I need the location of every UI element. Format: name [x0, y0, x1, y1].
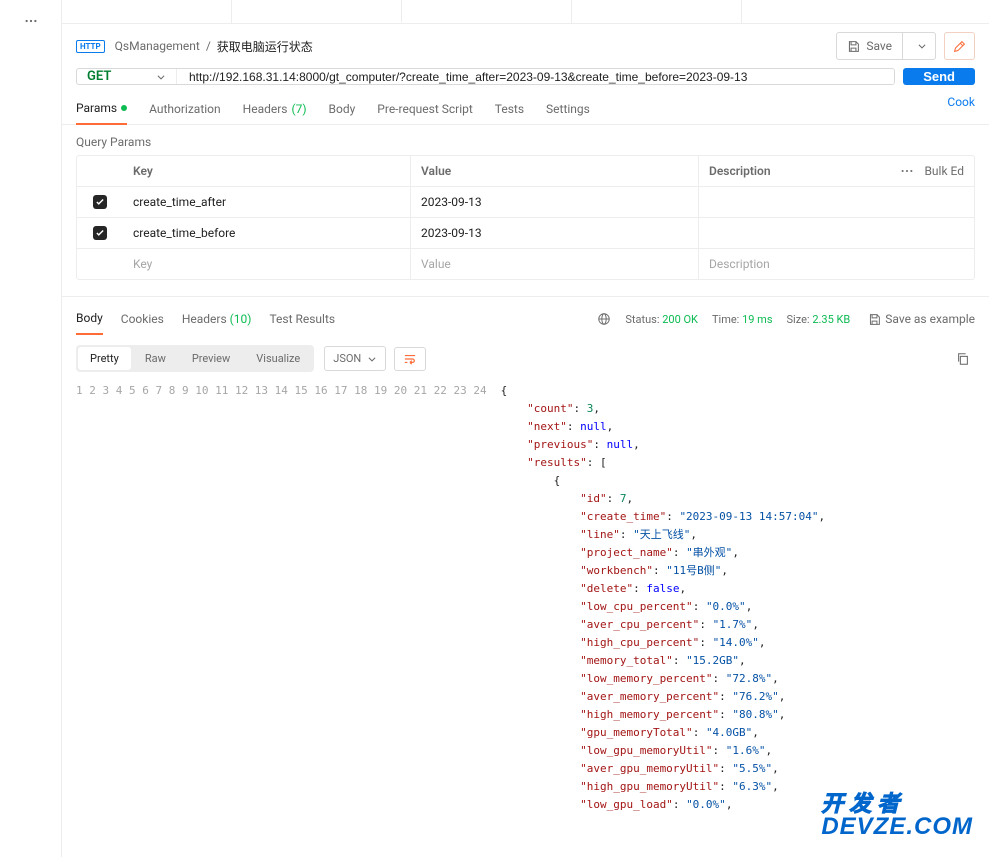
save-dropdown[interactable] — [909, 35, 935, 57]
tab-authorization[interactable]: Authorization — [149, 95, 221, 124]
url-row: GET Send — [62, 68, 989, 95]
tab-prerequest[interactable]: Pre-request Script — [377, 95, 472, 124]
col-description: Description Bulk Ed — [699, 156, 974, 186]
globe-icon[interactable] — [597, 312, 611, 326]
tab-body[interactable]: Body — [329, 95, 356, 124]
response-status: Status: 200 OK Time: 19 ms Size: 2.35 KB — [597, 312, 850, 334]
view-preview[interactable]: Preview — [180, 347, 242, 370]
query-params-label: Query Params — [62, 125, 989, 155]
tab-headers[interactable]: Headers (7) — [243, 95, 307, 124]
view-visualize[interactable]: Visualize — [244, 347, 312, 370]
resp-tab-body[interactable]: Body — [76, 311, 103, 335]
send-button[interactable]: Send — [903, 68, 975, 85]
row-checkbox[interactable] — [93, 226, 107, 240]
chevron-down-icon — [367, 354, 377, 364]
save-as-example[interactable]: Save as example — [868, 312, 975, 334]
request-tabstrip — [62, 0, 989, 24]
tab-current[interactable] — [232, 0, 402, 23]
param-value[interactable]: 2023-09-13 — [411, 187, 699, 217]
response-bar: Body Cookies Headers (10) Test Results S… — [62, 296, 989, 335]
param-description[interactable] — [699, 218, 974, 248]
chevron-down-icon — [156, 72, 166, 82]
more-icon[interactable] — [18, 8, 44, 34]
main-panel: HTTP QsManagement / 获取电脑运行状态 Save — [62, 0, 989, 857]
request-header: HTTP QsManagement / 获取电脑运行状态 Save — [62, 24, 989, 68]
view-segmented: Pretty Raw Preview Visualize — [76, 345, 314, 372]
edit-button[interactable] — [944, 32, 975, 60]
tab-params[interactable]: Params — [76, 95, 127, 125]
table-row: create_time_before 2023-09-13 — [77, 218, 974, 249]
line-gutter: 1 2 3 4 5 6 7 8 9 10 11 12 13 14 15 16 1… — [76, 382, 501, 847]
copy-button[interactable] — [951, 347, 975, 371]
resp-tab-headers[interactable]: Headers (10) — [182, 312, 252, 334]
param-desc-placeholder[interactable]: Description — [699, 249, 974, 279]
time-label: Time: 19 ms — [712, 313, 773, 326]
breadcrumb: QsManagement / 获取电脑运行状态 — [115, 38, 313, 55]
http-badge: HTTP — [76, 40, 105, 53]
wrap-lines-button[interactable] — [394, 347, 426, 371]
tab-settings[interactable]: Settings — [546, 95, 590, 124]
more-icon[interactable] — [900, 164, 914, 178]
param-key[interactable]: create_time_before — [123, 218, 411, 248]
table-row-new: Key Value Description — [77, 249, 974, 279]
save-label: Save — [866, 39, 892, 53]
format-selector[interactable]: JSON — [324, 346, 386, 371]
resp-tab-cookies[interactable]: Cookies — [121, 312, 164, 334]
cookies-link[interactable]: Cook — [947, 95, 975, 124]
col-value: Value — [411, 156, 699, 186]
param-description[interactable] — [699, 187, 974, 217]
wrap-icon — [403, 353, 417, 365]
left-sidebar — [0, 0, 62, 857]
param-value-placeholder[interactable]: Value — [411, 249, 699, 279]
method-selector[interactable]: GET — [77, 69, 177, 84]
url-box: GET — [76, 68, 895, 85]
size-label: Size: 2.35 KB — [787, 313, 851, 326]
pencil-icon — [953, 40, 966, 53]
resp-tab-tests[interactable]: Test Results — [269, 312, 335, 334]
tab-blank-2[interactable] — [402, 0, 572, 23]
bulk-edit-link[interactable]: Bulk Ed — [924, 164, 964, 178]
param-key-placeholder[interactable]: Key — [123, 249, 411, 279]
param-key[interactable]: create_time_after — [123, 187, 411, 217]
tab-blank-3[interactable] — [572, 0, 742, 23]
table-header-row: Key Value Description Bulk Ed — [77, 156, 974, 187]
request-tabs: Params Authorization Headers (7) Body Pr… — [62, 95, 989, 125]
response-body[interactable]: 1 2 3 4 5 6 7 8 9 10 11 12 13 14 15 16 1… — [62, 382, 989, 857]
url-input[interactable] — [177, 69, 894, 84]
method-label: GET — [87, 69, 111, 84]
save-icon — [868, 313, 881, 326]
view-pretty[interactable]: Pretty — [78, 347, 131, 370]
row-checkbox[interactable] — [93, 195, 107, 209]
response-view-toolbar: Pretty Raw Preview Visualize JSON — [62, 335, 989, 382]
table-row: create_time_after 2023-09-13 — [77, 187, 974, 218]
breadcrumb-separator: / — [206, 39, 211, 53]
save-button[interactable]: Save — [836, 32, 936, 60]
code-content[interactable]: { "count": 3, "next": null, "previous": … — [501, 382, 826, 847]
status-label: Status: 200 OK — [625, 313, 698, 326]
copy-icon — [956, 352, 970, 366]
query-params-table: Key Value Description Bulk Ed create_tim… — [76, 155, 975, 280]
chevron-down-icon — [917, 41, 927, 51]
col-key: Key — [123, 156, 411, 186]
param-value[interactable]: 2023-09-13 — [411, 218, 699, 248]
view-raw[interactable]: Raw — [133, 347, 178, 370]
breadcrumb-collection[interactable]: QsManagement — [115, 39, 200, 53]
tab-blank-1[interactable] — [62, 0, 232, 23]
params-indicator-dot — [121, 105, 127, 111]
breadcrumb-request[interactable]: 获取电脑运行状态 — [217, 38, 313, 55]
save-icon — [847, 40, 860, 53]
tab-tests[interactable]: Tests — [495, 95, 524, 124]
